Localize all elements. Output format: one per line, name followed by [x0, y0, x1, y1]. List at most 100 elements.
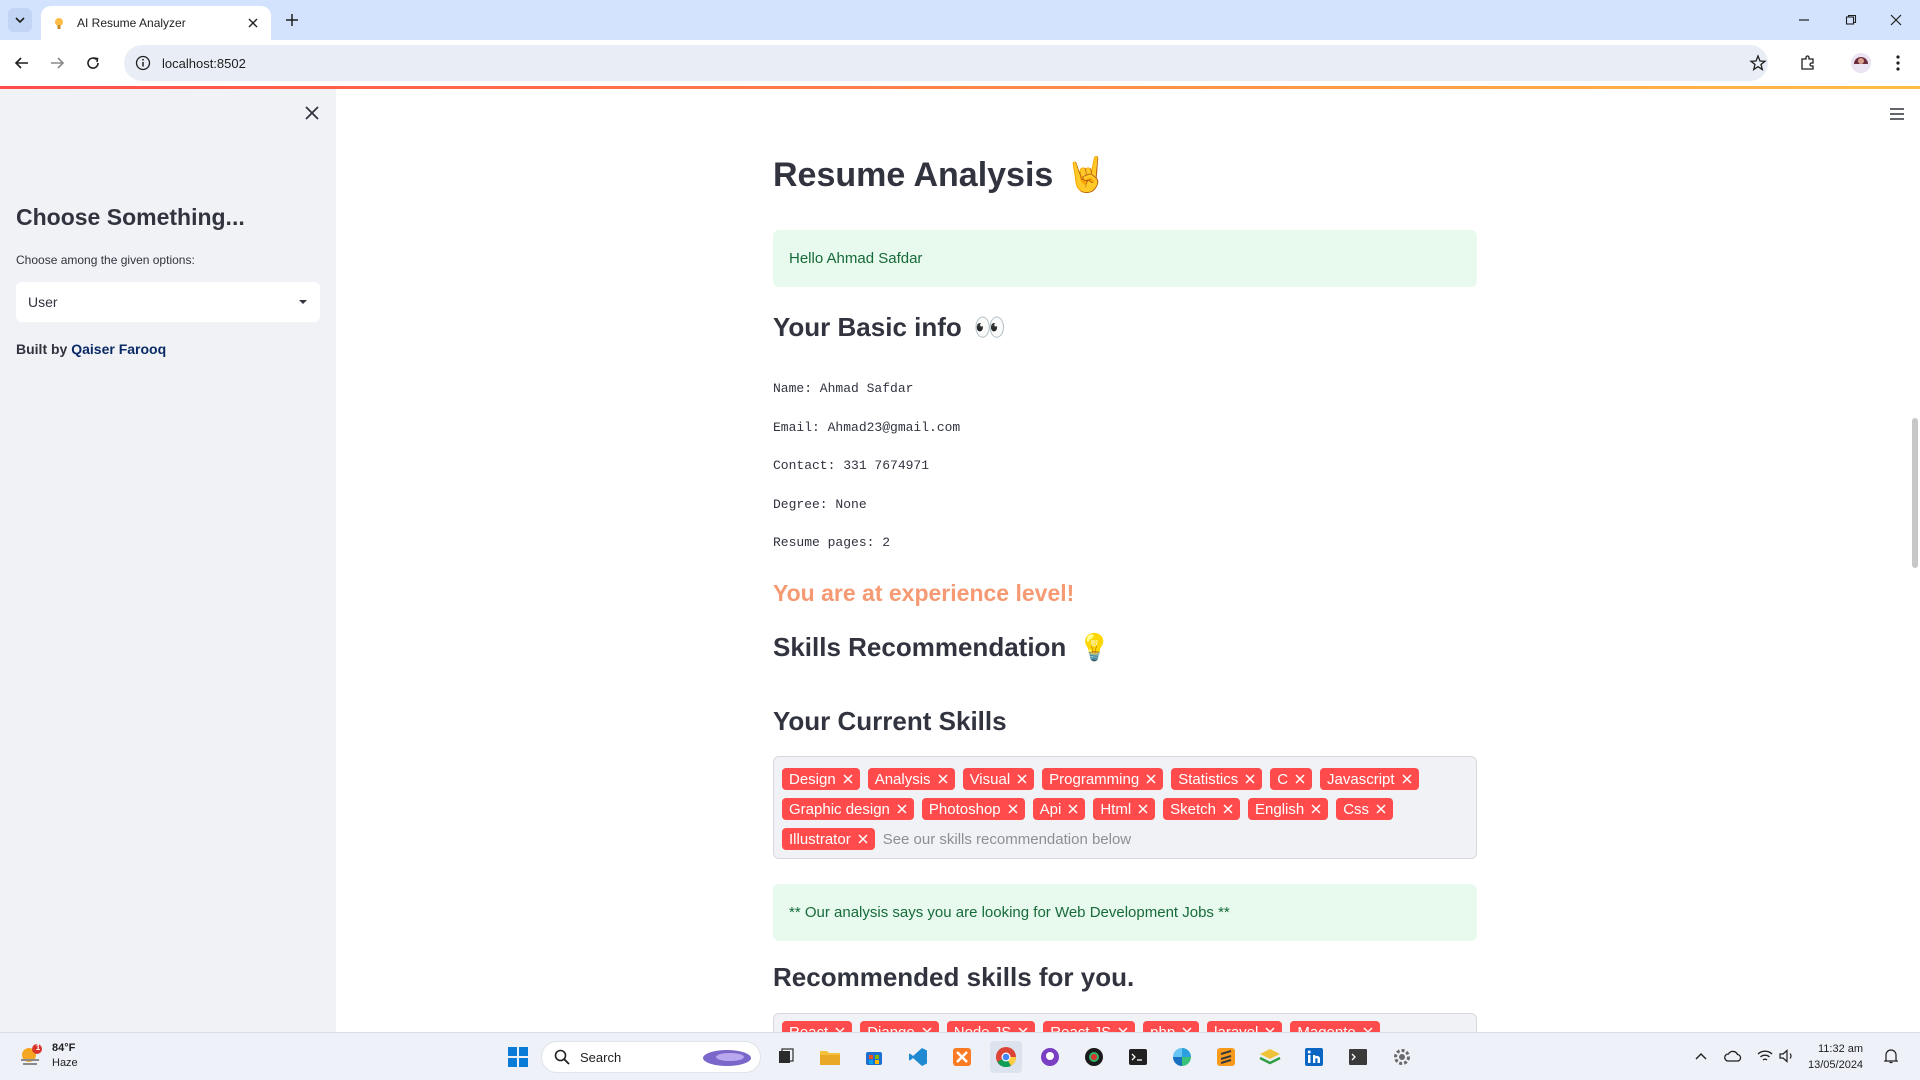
site-info-icon[interactable]	[134, 54, 152, 72]
weather-widget[interactable]: 1 84°F Haze	[18, 1041, 78, 1071]
taskbar-search[interactable]: Search	[541, 1041, 761, 1073]
skills-input-placeholder[interactable]: See our skills recommendation below	[883, 828, 1131, 850]
remove-skill-icon[interactable]	[1068, 804, 1078, 814]
layers-icon	[1259, 1049, 1281, 1065]
weather-badge: 1	[35, 1043, 41, 1052]
close-tab-icon[interactable]	[245, 15, 261, 31]
xampp-button[interactable]	[946, 1041, 978, 1073]
remove-skill-icon[interactable]	[858, 834, 868, 844]
avatar-icon	[1851, 53, 1871, 73]
skill-chip: Api	[1032, 798, 1086, 820]
pinwheel-icon	[1173, 1048, 1191, 1066]
info-pages: Resume pages: 2	[773, 535, 891, 550]
linkedin-icon	[1305, 1048, 1323, 1066]
clock-date: 13/05/2024	[1808, 1059, 1864, 1071]
browser-tab[interactable]: AI Resume Analyzer	[41, 6, 271, 40]
settings-button[interactable]	[1386, 1041, 1418, 1073]
sidebar-close-button[interactable]	[301, 102, 323, 124]
skill-chip: Programming	[1042, 768, 1164, 790]
store-icon	[866, 1052, 882, 1065]
built-by-text: Built by Qaiser Farooq	[16, 341, 166, 357]
skill-chip: English	[1248, 798, 1329, 820]
forward-button[interactable]	[45, 51, 69, 75]
sublime-icon	[1217, 1048, 1235, 1066]
skill-chip: Css	[1336, 798, 1394, 820]
linkedin-button[interactable]	[1298, 1041, 1330, 1073]
plus-icon	[286, 14, 298, 26]
store-button[interactable]	[858, 1041, 890, 1073]
info-degree: Degree: None	[773, 497, 867, 512]
remove-skill-icon[interactable]	[1017, 774, 1027, 784]
remove-skill-icon[interactable]	[1376, 804, 1386, 814]
start-button[interactable]	[502, 1041, 534, 1073]
tab-search-button[interactable]	[8, 8, 32, 32]
record-icon	[1085, 1048, 1103, 1066]
chrome-button[interactable]	[990, 1041, 1022, 1073]
folder-icon	[820, 1051, 840, 1065]
clock-time: 11:32 am	[1818, 1043, 1864, 1055]
minimize-button[interactable]	[1792, 8, 1816, 32]
role-select[interactable]: User	[16, 282, 320, 322]
skill-chip: Analysis	[867, 768, 955, 790]
wifi-button[interactable]	[1754, 1045, 1776, 1067]
layers-app-button[interactable]	[1254, 1041, 1286, 1073]
remove-skill-icon[interactable]	[1138, 804, 1148, 814]
terminal-icon	[1129, 1049, 1147, 1065]
forward-arrow-icon	[51, 57, 65, 69]
reload-button[interactable]	[81, 51, 105, 75]
restore-button[interactable]	[1839, 8, 1863, 32]
taskbar-clock[interactable]: 11:32 am 13/05/2024	[1808, 1041, 1863, 1073]
show-hidden-icons-button[interactable]	[1690, 1045, 1712, 1067]
extensions-button[interactable]	[1796, 51, 1820, 75]
address-bar[interactable]: localhost:8502	[124, 45, 1768, 81]
terminal-button[interactable]	[1122, 1041, 1154, 1073]
taskbar: 1 84°F Haze Search 11:32 am 13/05/2024	[0, 1032, 1920, 1080]
skill-chip: Photoshop	[921, 798, 1025, 820]
back-button[interactable]	[10, 51, 34, 75]
close-window-button[interactable]	[1884, 8, 1908, 32]
browser-toolbar: localhost:8502	[0, 40, 1920, 86]
caret-down-icon	[299, 300, 307, 304]
analysis-alert: ** Our analysis says you are looking for…	[773, 884, 1477, 941]
remove-skill-icon[interactable]	[1311, 804, 1321, 814]
vscode-button[interactable]	[902, 1041, 934, 1073]
puzzle-icon	[1801, 55, 1814, 70]
profile-avatar[interactable]	[1849, 51, 1873, 75]
remove-skill-icon[interactable]	[1146, 774, 1156, 784]
remove-skill-icon[interactable]	[938, 774, 948, 784]
reload-icon	[87, 57, 99, 69]
remove-skill-icon[interactable]	[1295, 774, 1305, 784]
recorder-button[interactable]	[1078, 1041, 1110, 1073]
browser-tab-bar: AI Resume Analyzer	[0, 0, 1920, 40]
speaker-icon	[1779, 1049, 1792, 1063]
remove-skill-icon[interactable]	[897, 804, 907, 814]
command-prompt-icon	[1349, 1049, 1367, 1065]
page-scrollbar[interactable]	[1912, 418, 1918, 568]
info-name: Name: Ahmad Safdar	[773, 381, 914, 396]
browser-menu-button[interactable]	[1886, 51, 1910, 75]
app-menu-button[interactable]	[1886, 103, 1908, 125]
remove-skill-icon[interactable]	[1245, 774, 1255, 784]
github-desktop-button[interactable]	[1034, 1041, 1066, 1073]
wifi-icon	[1757, 1050, 1773, 1061]
author-link[interactable]: Qaiser Farooq	[71, 341, 166, 357]
notifications-button[interactable]	[1880, 1045, 1902, 1067]
sublime-text-button[interactable]	[1210, 1041, 1242, 1073]
remove-skill-icon[interactable]	[1402, 774, 1412, 784]
search-icon	[554, 1049, 570, 1065]
onedrive-button[interactable]	[1722, 1045, 1744, 1067]
remove-skill-icon[interactable]	[1223, 804, 1233, 814]
remove-skill-icon[interactable]	[843, 774, 853, 784]
file-explorer-button[interactable]	[814, 1041, 846, 1073]
skill-chip: Illustrator	[782, 828, 875, 850]
remove-skill-icon[interactable]	[1008, 804, 1018, 814]
skill-chip: C	[1270, 768, 1313, 790]
bookmark-button[interactable]	[1746, 51, 1770, 75]
current-skills-multiselect[interactable]: Design Analysis Visual Programming Stati…	[773, 756, 1477, 859]
task-view-button[interactable]	[770, 1041, 802, 1073]
star-icon	[1749, 54, 1767, 71]
new-tab-button[interactable]	[282, 10, 302, 30]
app-button[interactable]	[1166, 1041, 1198, 1073]
command-prompt-button[interactable]	[1342, 1041, 1374, 1073]
volume-button[interactable]	[1776, 1045, 1798, 1067]
